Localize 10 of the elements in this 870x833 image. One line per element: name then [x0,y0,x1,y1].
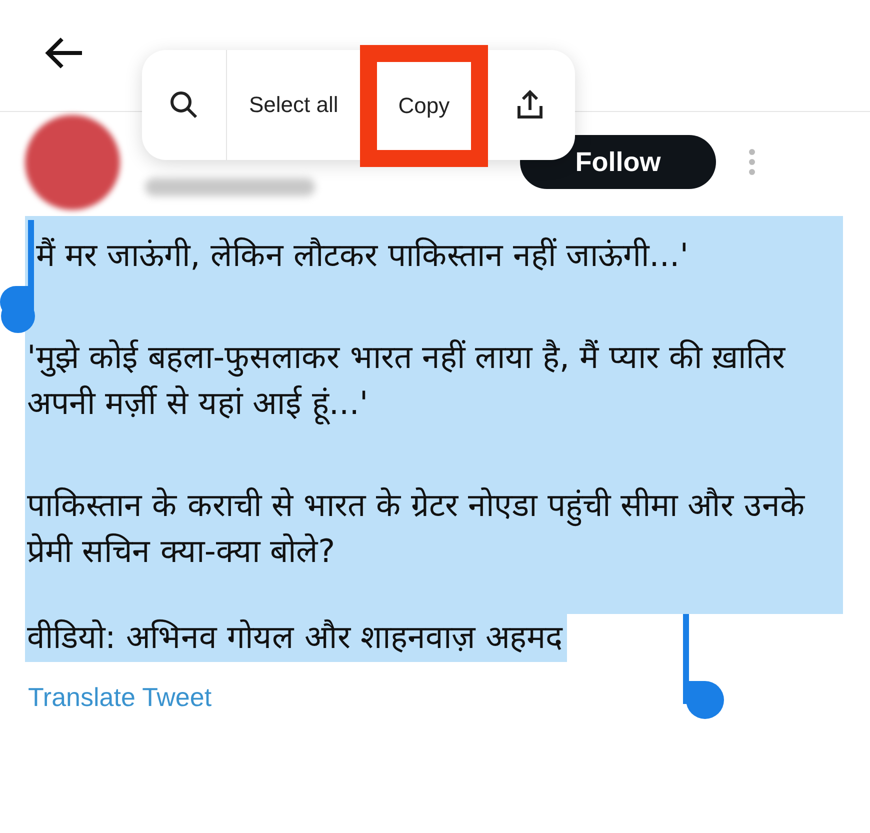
selection-handle-icon[interactable] [683,614,725,722]
tweet-text: 'मुझे कोई बहला-फुसलाकर भारत नहीं लाया है, मैं प्यार की ख़ातिर अपनी मर्ज़ी से यहां आई हूं...' [25,318,843,466]
back-arrow-icon[interactable] [44,36,84,70]
search-icon [168,89,200,121]
tweet-text: पाकिस्तान के कराची से भारत के ग्रेटर नोएडा पहुंची सीमा और उनके प्रेमी सचिन क्या-क्या बोले? [25,466,843,614]
menu-item[interactable]: Select all [227,50,360,160]
avatar[interactable] [25,114,120,210]
menu-item[interactable]: Copy [360,45,488,167]
selection-handle-icon[interactable] [0,220,36,336]
tweet-text: वीडियो: अभिनव गोयल और शाहनवाज़ अहमद [25,612,567,662]
